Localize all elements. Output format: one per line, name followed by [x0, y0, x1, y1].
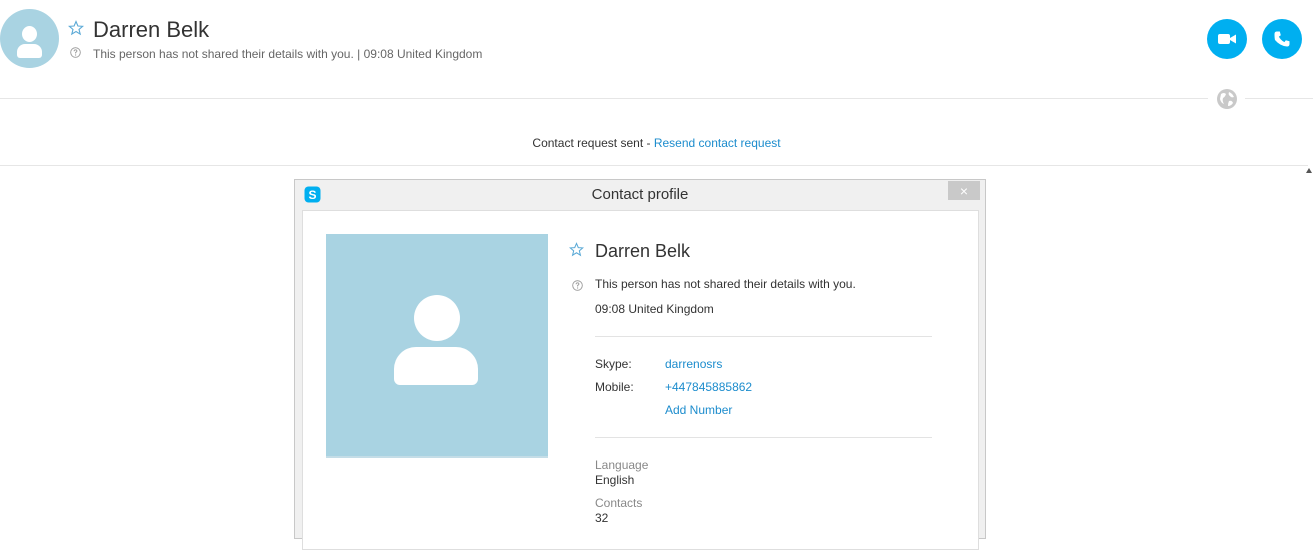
skype-label: Skype: — [595, 357, 632, 371]
mobile-label: Mobile: — [595, 380, 634, 394]
contact-profile-dialog: S Contact profile × Darren Belk This per… — [294, 179, 986, 550]
skype-name-link[interactable]: darrenosrs — [665, 357, 722, 371]
divider — [0, 165, 1308, 166]
scroll-up-arrow[interactable] — [1306, 168, 1312, 173]
phone-icon — [1274, 31, 1290, 47]
resend-contact-request-link[interactable]: Resend contact request — [654, 136, 781, 150]
language-value: English — [595, 473, 635, 487]
close-icon: × — [959, 182, 969, 199]
dialog-title: Contact profile — [591, 186, 689, 203]
help-icon — [70, 47, 81, 58]
contact-status: This person has not shared their details… — [93, 47, 483, 61]
close-button[interactable]: × — [948, 181, 980, 200]
divider — [595, 336, 932, 337]
star-icon[interactable] — [68, 20, 84, 36]
divider — [595, 437, 932, 438]
contact-request-line: Contact request sent - Resend contact re… — [0, 136, 1313, 150]
details-note: This person has not shared their details… — [595, 277, 856, 291]
add-number-link[interactable]: Add Number — [665, 403, 732, 417]
help-icon — [572, 280, 583, 291]
language-label: Language — [595, 458, 649, 472]
profile-panel: Darren Belk This person has not shared t… — [302, 210, 979, 550]
globe-icon[interactable] — [1216, 88, 1238, 110]
avatar[interactable] — [0, 9, 59, 68]
mobile-number-link[interactable]: +447845885862 — [665, 380, 752, 394]
video-call-button[interactable] — [1207, 19, 1247, 59]
contacts-count: 32 — [595, 511, 609, 525]
header-divider — [0, 98, 1208, 99]
audio-call-button[interactable] — [1262, 19, 1302, 59]
header-divider — [1245, 98, 1313, 99]
profile-photo — [326, 234, 548, 458]
local-time: 09:08 United Kingdom — [595, 302, 714, 316]
profile-name: Darren Belk — [595, 241, 691, 261]
video-icon — [1218, 34, 1236, 44]
contact-request-text: Contact request sent - — [532, 136, 654, 150]
contacts-label: Contacts — [595, 496, 643, 510]
contact-name: Darren Belk — [93, 17, 210, 42]
star-icon[interactable] — [569, 242, 584, 257]
